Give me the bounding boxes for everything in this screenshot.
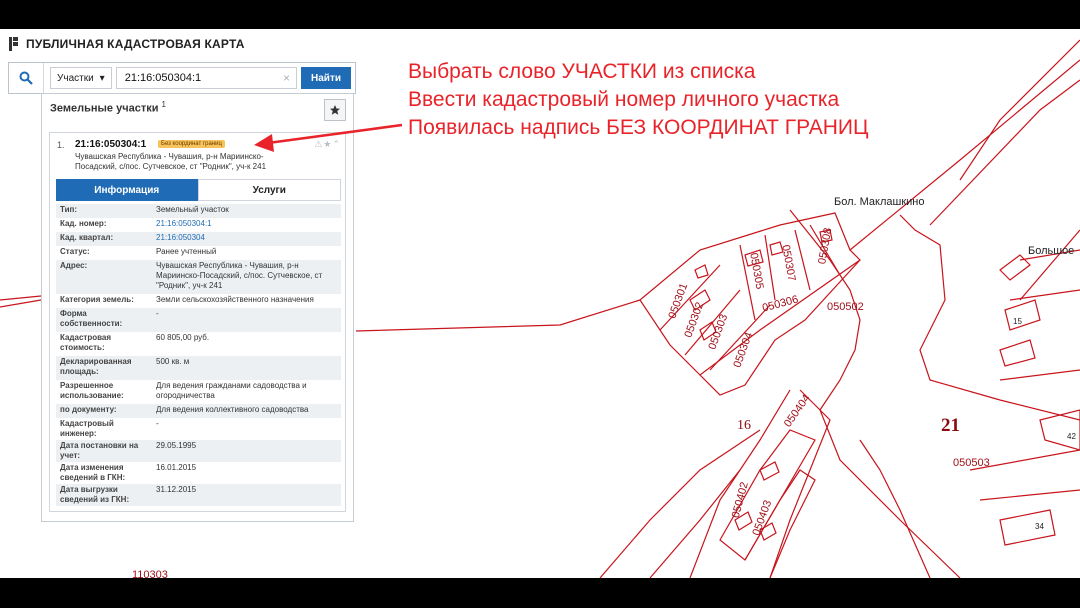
property-value: - [156, 419, 159, 428]
property-value: 29.05.1995 [156, 441, 197, 450]
search-icon[interactable] [9, 63, 44, 93]
table-row: Дата изменения сведений в ГКН: 16.01.2015 [56, 462, 341, 484]
no-coordinates-badge: Без координат границ [158, 140, 225, 148]
property-key: Разрешенное использование: [60, 381, 124, 400]
property-value: - [156, 309, 159, 318]
property-key: Кад. квартал: [60, 233, 114, 242]
table-row: Кадастровый инженер: - [56, 418, 341, 440]
property-value: 60 805,00 руб. [156, 333, 210, 342]
results-heading-label: Земельные участки [50, 102, 159, 115]
parcel-number-34: 34 [1035, 522, 1044, 531]
property-key: Тип: [60, 205, 77, 214]
letterbox-bottom [0, 578, 1080, 608]
results-panel: Земельные участки 1 1. 21:16:050304:1 Бе… [41, 93, 354, 522]
app-header: ПУБЛИЧНАЯ КАДАСТРОВАЯ КАРТА [8, 34, 245, 54]
place-label-bolshoe: Большое [1028, 245, 1075, 257]
property-table: Тип: Земельный участок Кад. номер: 21:16:0… [56, 204, 341, 506]
property-value: 16.01.2015 [156, 463, 197, 472]
search-input[interactable]: 21:16:050304:1 × [115, 67, 298, 89]
rosreestr-logo-icon[interactable] [8, 37, 20, 51]
find-button[interactable]: Найти [301, 67, 351, 89]
property-value: Земельный участок [156, 205, 229, 214]
cadastral-number-link[interactable]: 21:16:050304:1 [152, 218, 341, 232]
property-key: Кадастровый инженер: [60, 419, 114, 438]
table-row: Дата постановки на учет: 29.05.1995 [56, 440, 341, 462]
table-row: Адрес: Чувашская Республика - Чувашия, р-… [56, 260, 341, 294]
table-row: Форма собственности: - [56, 308, 341, 332]
caret-down-icon: ▾ [99, 72, 105, 84]
result-card[interactable]: 1. 21:16:050304:1 Без координат границ ⚠… [49, 132, 346, 512]
property-key: Дата изменения сведений в ГКН: [60, 463, 126, 482]
property-key: Декларированная площадь: [60, 357, 132, 376]
property-key: Кад. номер: [60, 219, 107, 228]
table-row: Дата выгрузки сведений из ГКН: 31.12.2015 [56, 484, 341, 506]
results-heading: Земельные участки 1 [50, 100, 166, 115]
quarter-label-050502: 050502 [827, 301, 864, 313]
property-key: по документу: [60, 405, 117, 414]
place-label-maklashkino: Бол. Маклашкино [834, 196, 925, 208]
app-title: ПУБЛИЧНАЯ КАДАСТРОВАЯ КАРТА [26, 37, 245, 51]
letterbox-top [0, 0, 1080, 29]
property-key: Дата выгрузки сведений из ГКН: [60, 485, 130, 504]
search-type-select[interactable]: Участки ▾ [50, 67, 112, 89]
district-label-21: 21 [941, 415, 960, 436]
instruction-line-3: Появилась надпись БЕЗ КООРДИНАТ ГРАНИЦ [408, 116, 869, 139]
quarter-label-110303: 110303 [132, 569, 168, 578]
district-label-16: 16 [737, 418, 751, 433]
search-bar: Участки ▾ 21:16:050304:1 × Найти [8, 62, 356, 94]
table-row: Кад. номер: 21:16:050304:1 [56, 218, 341, 232]
table-row: Категория земель: Земли сельскохозяйствен… [56, 294, 341, 308]
property-value: Земли сельскохозяйственного назначения [156, 295, 314, 304]
cadastral-quarter-link[interactable]: 21:16:050304 [152, 232, 341, 246]
property-key: Кадастровая стоимость: [60, 333, 112, 352]
results-count: 1 [161, 100, 166, 109]
parcel-number-42: 42 [1067, 432, 1076, 441]
property-key: Статус: [60, 247, 90, 256]
result-index: 1. [57, 140, 65, 150]
table-row: Разрешенное использование: Для ведения гр… [56, 380, 341, 404]
table-row: Декларированная площадь: 500 кв. м [56, 356, 341, 380]
quarter-label-050503: 050503 [953, 457, 990, 469]
property-key: Адрес: [60, 261, 88, 270]
search-query-text: 21:16:050304:1 [124, 72, 202, 84]
result-cadastral-number[interactable]: 21:16:050304:1 [75, 139, 146, 150]
tab-services[interactable]: Услуги [197, 179, 341, 201]
clear-icon[interactable]: × [283, 71, 290, 85]
result-tabs: Информация Услуги [56, 179, 341, 201]
instruction-line-2: Ввести кадастровый номер личного участка [408, 88, 840, 111]
favorite-button[interactable] [324, 99, 346, 121]
property-value: Чувашская Республика - Чувашия, р-н Мари… [156, 261, 323, 290]
search-type-label: Участки [57, 72, 94, 84]
table-row: Статус: Ранее учтенный [56, 246, 341, 260]
property-value: 31.12.2015 [156, 485, 197, 494]
tab-information[interactable]: Информация [56, 179, 198, 201]
parcel-number-15: 15 [1013, 317, 1022, 326]
property-value: Для ведения гражданами садоводства и ого… [156, 381, 307, 400]
result-action-icons[interactable]: ⚠★⌃ [314, 139, 341, 150]
table-row: Кадастровая стоимость: 60 805,00 руб. [56, 332, 341, 356]
property-key: Дата постановки на учет: [60, 441, 139, 460]
annotation-instructions: Выбрать слово УЧАСТКИ из списка Ввести к… [408, 58, 869, 142]
table-row: Тип: Земельный участок [56, 204, 341, 218]
star-icon [330, 105, 340, 115]
property-value: 500 кв. м [156, 357, 190, 366]
property-value: Для ведения коллективного садоводства [156, 405, 309, 414]
instruction-line-1: Выбрать слово УЧАСТКИ из списка [408, 60, 756, 83]
result-address: Чувашская Республика - Чувашия, р-н Мари… [75, 152, 267, 171]
table-row: Кад. квартал: 21:16:050304 [56, 232, 341, 246]
property-key: Категория земель: [60, 295, 134, 304]
property-value: Ранее учтенный [156, 247, 217, 256]
table-row: по документу: Для ведения коллективного с… [56, 404, 341, 418]
property-key: Форма собственности: [60, 309, 123, 328]
